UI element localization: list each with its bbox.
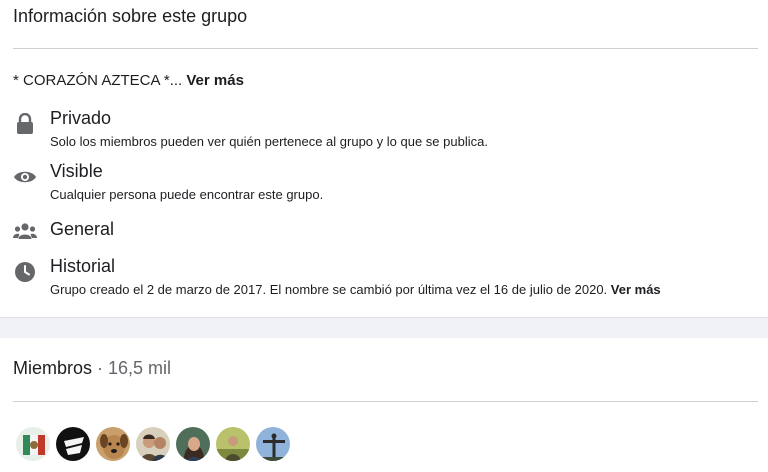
avatar-woman[interactable]	[175, 426, 211, 462]
avatar-black-logo[interactable]	[55, 426, 91, 462]
history-subtitle-text: Grupo creado el 2 de marzo de 2017. El n…	[50, 282, 611, 297]
general-title: General	[50, 219, 115, 239]
avatar-flag-crest[interactable]	[15, 426, 51, 462]
about-divider	[13, 48, 758, 49]
group-description-text: * CORAZÓN AZTECA *...	[13, 72, 187, 89]
members-card: Miembros · 16,5 mil	[0, 338, 768, 472]
description-see-more-link[interactable]: Ver más	[186, 72, 244, 89]
members-title[interactable]: Miembros · 16,5 mil	[13, 358, 171, 379]
about-group-card: Información sobre este grupo * CORAZÓN A…	[0, 0, 768, 318]
avatar-couple[interactable]	[135, 426, 171, 462]
visibility-title: Visible	[50, 161, 103, 181]
avatar-statue[interactable]	[255, 426, 291, 462]
group-description: * CORAZÓN AZTECA *... Ver más	[13, 72, 244, 89]
privacy-title: Privado	[50, 108, 112, 128]
avatar-outdoor[interactable]	[215, 426, 251, 462]
history-title: Historial	[50, 256, 116, 276]
avatar-dog[interactable]	[95, 426, 131, 462]
clock-icon	[13, 260, 37, 284]
people-icon	[13, 219, 37, 243]
members-label: Miembros	[13, 358, 93, 378]
lock-icon	[13, 112, 37, 136]
history-subtitle: Grupo creado el 2 de marzo de 2017. El n…	[50, 282, 661, 297]
visibility-subtitle: Cualquier persona puede encontrar este g…	[50, 187, 324, 202]
members-divider	[13, 401, 758, 402]
eye-icon	[13, 165, 37, 189]
members-count: 16,5 mil	[108, 358, 172, 378]
about-card-title: Información sobre este grupo	[13, 6, 248, 26]
history-see-more-link[interactable]: Ver más	[611, 282, 661, 297]
members-separator: ·	[92, 358, 109, 378]
privacy-subtitle: Solo los miembros pueden ver quién perte…	[50, 134, 488, 149]
